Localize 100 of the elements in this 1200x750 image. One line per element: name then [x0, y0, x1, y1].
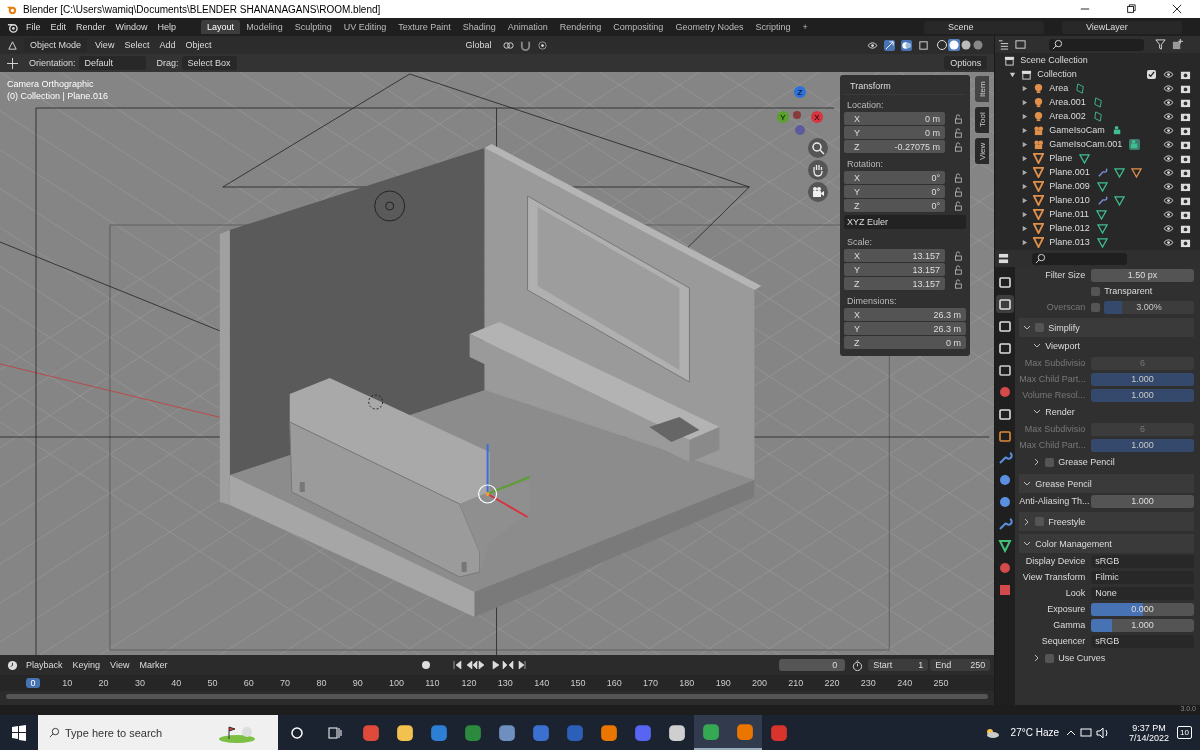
- number-field[interactable]: X 0°: [844, 171, 945, 184]
- stopwatch-icon[interactable]: [852, 659, 864, 671]
- outliner-row[interactable]: Collection: [995, 67, 1200, 81]
- outliner-row[interactable]: Plane.009: [995, 179, 1200, 193]
- sidebar-tab[interactable]: View: [975, 138, 990, 164]
- number-field[interactable]: Y 0°: [844, 185, 945, 198]
- light-data-icon[interactable]: [1075, 82, 1087, 94]
- cortana-icon[interactable]: [289, 724, 305, 741]
- triangle-icon[interactable]: [1096, 208, 1108, 220]
- overlay-toggle-icon[interactable]: [901, 39, 913, 51]
- outliner-row[interactable]: Area.002: [995, 109, 1200, 123]
- hand-icon[interactable]: [808, 160, 828, 180]
- move-tool-icon[interactable]: [7, 57, 18, 69]
- checkbox[interactable]: [1045, 457, 1055, 467]
- close-icon[interactable]: [1172, 4, 1182, 14]
- menu-item[interactable]: View: [90, 40, 120, 50]
- number-field[interactable]: 1.50 px: [1091, 268, 1194, 282]
- view-layer-selector[interactable]: ViewLayer: [1062, 20, 1182, 34]
- orientation-dropdown[interactable]: Default: [78, 56, 146, 70]
- panel-header[interactable]: Simplify: [1019, 318, 1194, 337]
- panel-header[interactable]: Freestyle: [1019, 512, 1194, 531]
- workspace-tab[interactable]: Texture Paint: [392, 20, 457, 34]
- outliner-row[interactable]: Plane.010: [995, 193, 1200, 207]
- menu-item[interactable]: File: [21, 22, 46, 32]
- menu-item[interactable]: Select: [119, 40, 155, 50]
- checkbox[interactable]: [1035, 323, 1045, 332]
- filter-icon[interactable]: [1155, 39, 1167, 50]
- outliner-row[interactable]: Area: [995, 81, 1200, 95]
- menu-item[interactable]: Window: [110, 22, 153, 32]
- eye-icon[interactable]: [1163, 110, 1174, 122]
- subpanel-header[interactable]: Grease Pencil: [1019, 453, 1194, 471]
- camera-data-icon[interactable]: [1111, 124, 1123, 136]
- number-field[interactable]: 1.000: [1091, 494, 1194, 508]
- task-view-icon[interactable]: [327, 724, 343, 741]
- unlocked-padlock-icon[interactable]: [953, 264, 963, 275]
- number-field[interactable]: Y 0 m: [844, 126, 945, 139]
- workspace-tab[interactable]: Layout: [201, 20, 241, 34]
- number-field[interactable]: X 0 m: [844, 112, 945, 125]
- subpanel-header[interactable]: Use Curves: [1019, 649, 1194, 667]
- proportional-edit-icon[interactable]: [537, 39, 549, 51]
- image-icon[interactable]: [1015, 39, 1027, 50]
- number-field[interactable]: X 13.157: [844, 249, 945, 262]
- search-input[interactable]: Type here to search: [63, 725, 217, 740]
- checkbox[interactable]: [1147, 69, 1156, 79]
- outliner-row[interactable]: Plane.011: [995, 207, 1200, 221]
- unlocked-padlock-icon[interactable]: [953, 127, 963, 138]
- eye-icon[interactable]: [1163, 68, 1174, 80]
- menu-item[interactable]: View: [105, 660, 135, 670]
- pivot-icon[interactable]: [503, 39, 515, 51]
- render-tab-icon[interactable]: [996, 295, 1015, 313]
- unlocked-padlock-icon[interactable]: [953, 172, 963, 183]
- clock-date[interactable]: 7/14/2022: [1129, 732, 1170, 743]
- workspace-tab[interactable]: Shading: [456, 20, 502, 34]
- triangle-icon[interactable]: [1130, 166, 1142, 178]
- editor-type-icon[interactable]: [998, 253, 1010, 264]
- eye-icon[interactable]: [1163, 138, 1174, 150]
- panel-header[interactable]: Grease Pencil: [1019, 474, 1194, 493]
- sidebar-tab[interactable]: Tool: [975, 107, 990, 133]
- number-field[interactable]: X 26.3 m: [844, 308, 966, 321]
- workspace-tab[interactable]: Modeling: [240, 20, 289, 34]
- light-data-icon[interactable]: [1092, 110, 1104, 122]
- checkbox[interactable]: [1035, 517, 1045, 526]
- workspace-tab[interactable]: Animation: [501, 20, 554, 34]
- wrench-icon[interactable]: [1096, 194, 1108, 206]
- triangle-icon[interactable]: [1079, 152, 1091, 164]
- panel-title[interactable]: Transform: [844, 78, 966, 95]
- search-field[interactable]: [1032, 252, 1128, 265]
- menu-item[interactable]: Playback: [21, 660, 68, 670]
- windows-start-icon[interactable]: [11, 724, 27, 741]
- mode-dropdown[interactable]: Object Mode: [24, 38, 88, 52]
- eye-icon[interactable]: [1163, 194, 1174, 206]
- dropdown[interactable]: sRGB: [1091, 554, 1194, 568]
- eye-icon[interactable]: [1163, 96, 1174, 108]
- clock-time[interactable]: 9:37 PM: [1132, 722, 1166, 733]
- number-field[interactable]: Z 0 m: [844, 336, 966, 349]
- outliner-row[interactable]: Plane.013: [995, 235, 1200, 249]
- checkbox[interactable]: [1045, 653, 1055, 663]
- eye-icon[interactable]: [1163, 236, 1174, 248]
- triangle-icon[interactable]: [1113, 194, 1125, 206]
- number-field[interactable]: Y 26.3 m: [844, 322, 966, 335]
- eye-icon[interactable]: [1163, 222, 1174, 234]
- menu-item[interactable]: Edit: [45, 22, 72, 32]
- unlocked-padlock-icon[interactable]: [953, 278, 963, 289]
- eye-icon[interactable]: [1163, 124, 1174, 136]
- workspace-tab[interactable]: Scripting: [749, 20, 797, 34]
- panel-header[interactable]: Color Management: [1019, 534, 1194, 553]
- subpanel-header[interactable]: Viewport: [1019, 337, 1194, 355]
- eye-icon[interactable]: [867, 39, 879, 51]
- menu-item[interactable]: Marker: [134, 660, 173, 670]
- camera-icon[interactable]: [808, 182, 828, 202]
- eye-icon[interactable]: [1163, 208, 1174, 220]
- scene-selector[interactable]: Scene: [924, 20, 1044, 34]
- taskbar-search-bar[interactable]: Type here to search: [38, 715, 278, 750]
- unlocked-padlock-icon[interactable]: [953, 141, 963, 152]
- slider[interactable]: 1.000: [1091, 618, 1194, 632]
- unlocked-padlock-icon[interactable]: [953, 250, 963, 261]
- rotation-mode-dropdown[interactable]: XYZ Euler: [844, 215, 966, 229]
- unlocked-padlock-icon[interactable]: [953, 186, 963, 197]
- eye-icon[interactable]: [1163, 82, 1174, 94]
- current-frame-field[interactable]: 0: [779, 659, 846, 671]
